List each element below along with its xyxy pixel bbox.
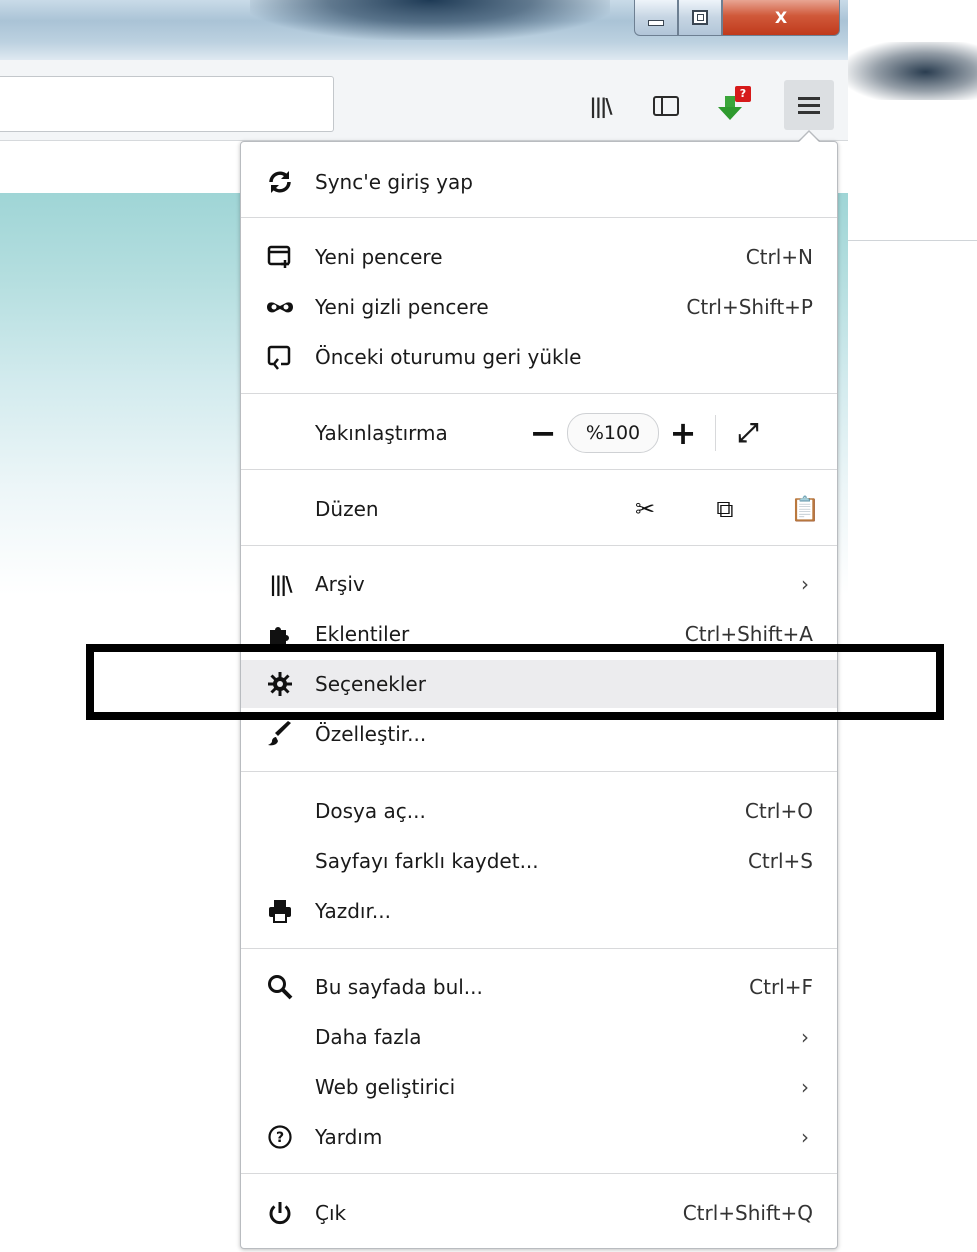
menu-item-sync[interactable]: Sync'e giriş yap xyxy=(241,158,837,206)
library-icon: |||\ xyxy=(269,572,292,596)
menu-label: Eklentiler xyxy=(315,622,410,646)
chevron-right-icon: › xyxy=(801,1125,809,1149)
menu-shortcut: Ctrl+O xyxy=(744,799,813,823)
download-badge: ? xyxy=(735,86,751,102)
menu-label: Yardım xyxy=(315,1125,383,1149)
menu-label: Daha fazla xyxy=(315,1025,422,1049)
restore-window-button[interactable] xyxy=(678,0,722,36)
menu-separator xyxy=(241,545,837,546)
help-icon: ? xyxy=(263,1120,297,1154)
svg-text:?: ? xyxy=(276,1130,284,1146)
menu-shortcut: Ctrl+N xyxy=(745,245,813,269)
minimize-button[interactable] xyxy=(634,0,678,36)
sidebar-icon xyxy=(653,96,679,116)
menu-item-web-developer[interactable]: Web geliştirici › xyxy=(241,1063,837,1111)
menu-item-save-page[interactable]: Sayfayı farklı kaydet... Ctrl+S xyxy=(241,837,837,885)
chevron-right-icon: › xyxy=(801,1075,809,1099)
menu-label: Yeni gizli pencere xyxy=(315,295,489,319)
menu-label: Arşiv xyxy=(315,572,365,596)
menu-item-quit[interactable]: Çık Ctrl+Shift+Q xyxy=(241,1189,837,1237)
cut-button[interactable]: ✂ xyxy=(605,495,685,523)
new-window-icon xyxy=(263,240,297,274)
power-icon xyxy=(263,1196,297,1230)
menu-item-print[interactable]: Yazdır... xyxy=(241,887,837,935)
menu-item-open-file[interactable]: Dosya aç... Ctrl+O xyxy=(241,787,837,835)
panel-arrow-fill xyxy=(799,132,819,142)
library-button[interactable]: |||\ xyxy=(580,86,620,126)
menu-shortcut: Ctrl+Shift+Q xyxy=(682,1201,813,1225)
menu-item-find[interactable]: Bu sayfada bul... Ctrl+F xyxy=(241,963,837,1011)
zoom-label: Yakınlaştırma xyxy=(315,421,448,445)
menu-separator xyxy=(241,217,837,218)
downloads-button[interactable]: ? xyxy=(712,86,752,126)
menu-separator xyxy=(241,948,837,949)
open-menu-button[interactable] xyxy=(784,80,834,130)
zoom-out-button[interactable]: − xyxy=(525,409,561,457)
zoom-reset-button[interactable]: %100 xyxy=(567,413,659,453)
highlight-frame xyxy=(86,644,944,720)
title-bar-backdrop xyxy=(250,0,610,40)
menu-label: Sayfayı farklı kaydet... xyxy=(315,849,539,873)
sidebar-button[interactable] xyxy=(646,86,686,126)
address-bar[interactable] xyxy=(0,76,334,132)
close-icon: X xyxy=(774,8,788,27)
menu-item-more[interactable]: Daha fazla › xyxy=(241,1013,837,1061)
menu-item-restore-session[interactable]: Önceki oturumu geri yükle xyxy=(241,333,837,381)
menu-label: Yeni pencere xyxy=(315,245,443,269)
search-icon xyxy=(263,970,297,1004)
menu-separator xyxy=(241,1173,837,1174)
download-arrow-icon: ? xyxy=(717,86,751,122)
menu-label: Web geliştirici xyxy=(315,1075,456,1099)
zoom-in-button[interactable]: + xyxy=(665,409,701,457)
menu-item-help[interactable]: ? Yardım › xyxy=(241,1113,837,1161)
menu-separator xyxy=(241,393,837,394)
menu-label: Çık xyxy=(315,1201,347,1225)
edit-label: Düzen xyxy=(315,497,379,521)
chevron-right-icon: › xyxy=(801,1025,809,1049)
library-icon: |||\ xyxy=(589,94,612,118)
menu-item-library[interactable]: |||\ Arşiv › xyxy=(241,560,837,608)
menu-item-private-window[interactable]: Yeni gizli pencere Ctrl+Shift+P xyxy=(241,283,837,331)
menu-separator xyxy=(241,469,837,470)
copy-button[interactable]: ⧉ xyxy=(685,495,765,523)
menu-item-new-window[interactable]: Yeni pencere Ctrl+N xyxy=(241,233,837,281)
hamburger-icon xyxy=(798,93,820,118)
background-window-content xyxy=(848,100,977,241)
printer-icon xyxy=(263,894,297,928)
menu-shortcut: Ctrl+Shift+P xyxy=(686,295,813,319)
minimize-icon xyxy=(648,19,664,26)
menu-separator xyxy=(241,771,837,772)
restore-icon xyxy=(263,340,297,374)
restore-window-icon xyxy=(692,10,708,25)
mask-icon xyxy=(263,290,297,324)
close-window-button[interactable]: X xyxy=(722,0,840,36)
menu-label: Sync'e giriş yap xyxy=(315,170,473,194)
menu-label: Yazdır... xyxy=(315,899,391,923)
paste-button[interactable]: 📋 xyxy=(765,495,845,523)
menu-label: Dosya aç... xyxy=(315,799,426,823)
paintbrush-icon xyxy=(263,717,297,751)
background-window xyxy=(848,42,977,102)
zoom-divider xyxy=(715,415,716,451)
menu-label: Bu sayfada bul... xyxy=(315,975,483,999)
fullscreen-button[interactable]: ⤢ xyxy=(728,418,768,449)
chevron-right-icon: › xyxy=(801,572,809,596)
sync-icon xyxy=(263,165,297,199)
menu-row-zoom: Yakınlaştırma − %100 + ⤢ xyxy=(241,409,837,457)
menu-shortcut: Ctrl+F xyxy=(749,975,813,999)
menu-label: Özelleştir... xyxy=(315,722,427,746)
menu-shortcut: Ctrl+S xyxy=(747,849,813,873)
menu-label: Önceki oturumu geri yükle xyxy=(315,345,582,369)
zoom-controls: − %100 + ⤢ xyxy=(525,409,768,457)
menu-row-edit: Düzen ✂ ⧉ 📋 xyxy=(241,485,837,533)
edit-controls: ✂ ⧉ 📋 xyxy=(605,485,845,533)
menu-shortcut: Ctrl+Shift+A xyxy=(684,622,813,646)
